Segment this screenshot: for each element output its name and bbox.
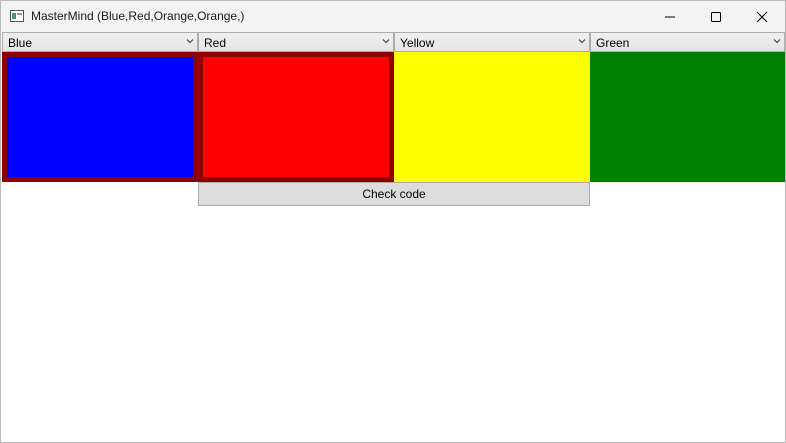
title-bar[interactable]: MasterMind (Blue,Red,Orange,Orange,) <box>1 1 785 32</box>
chevron-down-icon <box>578 39 586 44</box>
color-select-value: Blue <box>8 36 33 50</box>
window-title: MasterMind (Blue,Red,Orange,Orange,) <box>31 9 245 23</box>
app-window: MasterMind (Blue,Red,Orange,Orange,) Blu… <box>0 0 786 443</box>
color-select-4[interactable]: Green <box>590 32 785 52</box>
minimize-button[interactable] <box>647 1 693 32</box>
maximize-button[interactable] <box>693 1 739 32</box>
color-peg-2[interactable] <box>198 52 394 182</box>
color-select-value: Yellow <box>400 36 435 50</box>
color-select-value: Green <box>596 36 630 50</box>
maximize-icon <box>711 11 721 22</box>
minimize-icon <box>665 16 675 17</box>
close-icon <box>756 11 768 22</box>
color-select-3[interactable]: Yellow <box>394 32 590 52</box>
check-code-button[interactable]: Check code <box>198 182 590 206</box>
close-button[interactable] <box>739 1 785 32</box>
color-select-value: Red <box>204 36 227 50</box>
color-peg-4[interactable] <box>590 52 785 182</box>
app-icon <box>10 10 24 22</box>
color-peg-3[interactable] <box>394 52 590 182</box>
color-select-1[interactable]: Blue <box>2 32 198 52</box>
chevron-down-icon <box>773 39 781 44</box>
color-peg-1[interactable] <box>2 52 198 182</box>
color-select-2[interactable]: Red <box>198 32 394 52</box>
chevron-down-icon <box>186 39 194 44</box>
chevron-down-icon <box>382 39 390 44</box>
